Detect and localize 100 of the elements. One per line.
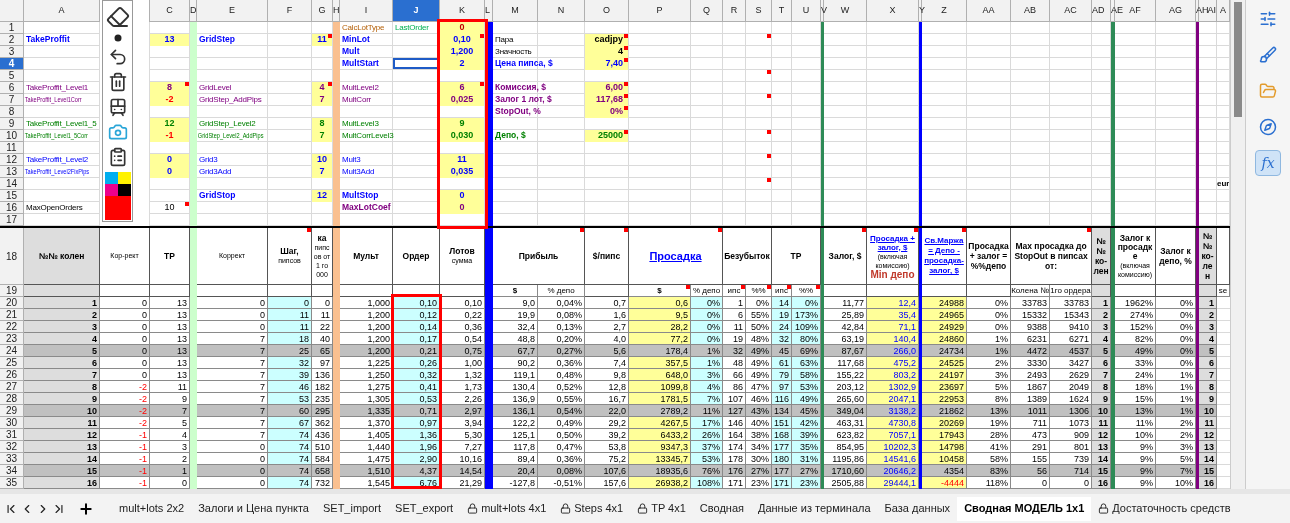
spreadsheet-cell[interactable]: 0 xyxy=(1050,477,1091,488)
column-header[interactable]: A xyxy=(58,3,65,18)
spreadsheet-cell[interactable]: eur xyxy=(1217,178,1230,190)
spreadsheet-cell[interactable]: 1,370 xyxy=(340,417,392,428)
spreadsheet-cell[interactable]: 0,32 xyxy=(393,369,439,380)
row-header[interactable]: 20 xyxy=(0,297,24,309)
spreadsheet-cell[interactable]: 171 xyxy=(723,477,745,488)
spreadsheet-cell[interactable]: 46% xyxy=(746,393,771,404)
spreadsheet-cell[interactable]: 203,12 xyxy=(824,381,866,392)
spreadsheet-cell[interactable]: 4730,8 xyxy=(867,417,918,428)
spreadsheet-cell[interactable]: 20269 xyxy=(922,417,966,428)
spreadsheet-cell[interactable]: 0 xyxy=(100,333,149,344)
spreadsheet-cell[interactable]: 8 xyxy=(1199,381,1216,392)
spreadsheet-cell[interactable]: 11 xyxy=(268,309,311,320)
spreadsheet-cell[interactable]: 97 xyxy=(312,357,332,368)
spreadsheet-cell[interactable]: 0,22 xyxy=(440,309,484,320)
spreadsheet-cell[interactable]: 3330 xyxy=(1011,357,1049,368)
row-header[interactable]: 31 xyxy=(0,429,24,441)
spreadsheet-cell[interactable]: 510 xyxy=(312,441,332,452)
spreadsheet-cell[interactable]: 117,68 xyxy=(824,357,866,368)
spreadsheet-cell[interactable]: 9,0 xyxy=(493,297,537,308)
spreadsheet-cell[interactable]: 164 xyxy=(723,429,745,440)
spreadsheet-cell[interactable]: 3138,2 xyxy=(867,405,918,416)
spreadsheet-cell[interactable]: 7 xyxy=(197,345,267,356)
spreadsheet-cell[interactable]: 0,21 xyxy=(393,345,439,356)
spreadsheet-cell[interactable]: 155,22 xyxy=(824,369,866,380)
spreadsheet-cell[interactable]: 11 xyxy=(1199,417,1216,428)
spreadsheet-cell[interactable]: 24988 xyxy=(922,297,966,308)
spreadsheet-cell[interactable]: 1,200 xyxy=(340,345,392,356)
spreadsheet-cell[interactable]: 0,12 xyxy=(393,309,439,320)
row-header[interactable]: 10 xyxy=(0,130,24,142)
spreadsheet-cell[interactable]: 0 xyxy=(100,357,149,368)
spreadsheet-cell[interactable]: 13 xyxy=(1199,441,1216,452)
spreadsheet-cell[interactable]: 45% xyxy=(792,405,820,416)
column-header[interactable]: AE xyxy=(1111,3,1123,18)
spreadsheet-cell[interactable]: 0,10 xyxy=(440,34,484,46)
spreadsheet-cell[interactable]: 291 xyxy=(1011,441,1049,452)
spreadsheet-cell[interactable]: 4354 xyxy=(922,465,966,476)
spreadsheet-cell[interactable]: 117,68 xyxy=(585,94,628,106)
spreadsheet-cell[interactable]: 7 xyxy=(197,429,267,440)
spreadsheet-cell[interactable]: 584 xyxy=(312,453,332,464)
spreadsheet-cell[interactable]: 0,50% xyxy=(538,429,584,440)
spreadsheet-cell[interactable]: 0% xyxy=(967,297,1010,308)
spreadsheet-cell[interactable]: 0 xyxy=(100,345,149,356)
spreadsheet-cell[interactable]: 7 xyxy=(312,166,332,178)
sheet-tab[interactable]: mult+lots 2x2 xyxy=(112,496,192,521)
spreadsheet-cell[interactable]: 0% xyxy=(1156,321,1195,332)
spreadsheet-cell[interactable]: 0,47% xyxy=(538,441,584,452)
column-header[interactable]: AF xyxy=(1129,3,1141,18)
spreadsheet-cell[interactable]: 75,2 xyxy=(585,453,628,464)
spreadsheet-cell[interactable]: 178,4 xyxy=(629,345,690,356)
spreadsheet-cell[interactable]: 117,8 xyxy=(493,441,537,452)
spreadsheet-cell[interactable]: 71,1 xyxy=(867,321,918,332)
spreadsheet-cell[interactable]: 0,035 xyxy=(440,166,484,178)
spreadsheet-cell[interactable]: 0% xyxy=(1156,333,1195,344)
spreadsheet-cell[interactable]: 1,200 xyxy=(340,321,392,332)
row-header[interactable]: 15 xyxy=(0,190,24,202)
spreadsheet-cell[interactable]: 7 xyxy=(197,405,267,416)
spreadsheet-cell[interactable]: 14798 xyxy=(922,441,966,452)
spreadsheet-cell[interactable]: 5,30 xyxy=(440,429,484,440)
row-header[interactable]: 34 xyxy=(0,465,24,477)
spreadsheet-cell[interactable]: GridStep_AddPips xyxy=(197,94,267,106)
spreadsheet-cell[interactable]: 49% xyxy=(746,345,771,356)
column-header[interactable]: F xyxy=(286,3,293,18)
spreadsheet-cell[interactable]: 9% xyxy=(1115,465,1155,476)
spreadsheet-cell[interactable]: 4,0 xyxy=(585,333,628,344)
spreadsheet-cell[interactable]: 65 xyxy=(312,345,332,356)
row-header[interactable]: 33 xyxy=(0,453,24,465)
spreadsheet-cell[interactable]: 60 xyxy=(268,405,311,416)
spreadsheet-cell[interactable]: Mult3 xyxy=(340,154,392,166)
spreadsheet-cell[interactable]: 6 xyxy=(440,82,484,94)
row-header[interactable]: 35 xyxy=(0,477,24,489)
spreadsheet-cell[interactable]: 49% xyxy=(746,357,771,368)
spreadsheet-cell[interactable]: 13% xyxy=(1115,405,1155,416)
spreadsheet-cell[interactable]: 0,26 xyxy=(393,357,439,368)
spreadsheet-cell[interactable]: 39% xyxy=(792,429,820,440)
sheet-tab[interactable]: SET_export xyxy=(388,496,461,521)
spreadsheet-cell[interactable]: 13 xyxy=(150,34,189,46)
spreadsheet-cell[interactable]: 6,76 xyxy=(393,477,439,488)
spreadsheet-cell[interactable]: 39 xyxy=(268,369,311,380)
spreadsheet-cell[interactable]: 3 xyxy=(24,321,99,332)
spreadsheet-cell[interactable]: 18935,6 xyxy=(629,465,690,476)
spreadsheet-cell[interactable]: 2 xyxy=(24,309,99,320)
spreadsheet-cell[interactable]: 76% xyxy=(691,465,722,476)
spreadsheet-cell[interactable]: 265,60 xyxy=(824,393,866,404)
spreadsheet-cell[interactable]: 1 xyxy=(1199,297,1216,308)
spreadsheet-cell[interactable]: 16 xyxy=(1199,477,1216,488)
spreadsheet-cell[interactable]: 11 xyxy=(1092,417,1110,428)
spreadsheet-cell[interactable]: 11 xyxy=(440,154,484,166)
spreadsheet-cell[interactable]: 42% xyxy=(792,417,820,428)
spreadsheet-cell[interactable]: 10 xyxy=(24,405,99,416)
spreadsheet-cell[interactable]: 107,6 xyxy=(585,465,628,476)
spreadsheet-cell[interactable]: 19% xyxy=(967,417,1010,428)
spreadsheet-cell[interactable]: 0,04% xyxy=(538,297,584,308)
spreadsheet-cell[interactable]: 714 xyxy=(1050,465,1091,476)
spreadsheet-cell[interactable]: 0,27% xyxy=(538,345,584,356)
spreadsheet-cell[interactable]: 11 xyxy=(312,309,332,320)
spreadsheet-cell[interactable]: 0 xyxy=(1011,477,1049,488)
spreadsheet-cell[interactable]: 5 xyxy=(1199,345,1216,356)
spreadsheet-cell[interactable]: 11% xyxy=(1115,417,1155,428)
